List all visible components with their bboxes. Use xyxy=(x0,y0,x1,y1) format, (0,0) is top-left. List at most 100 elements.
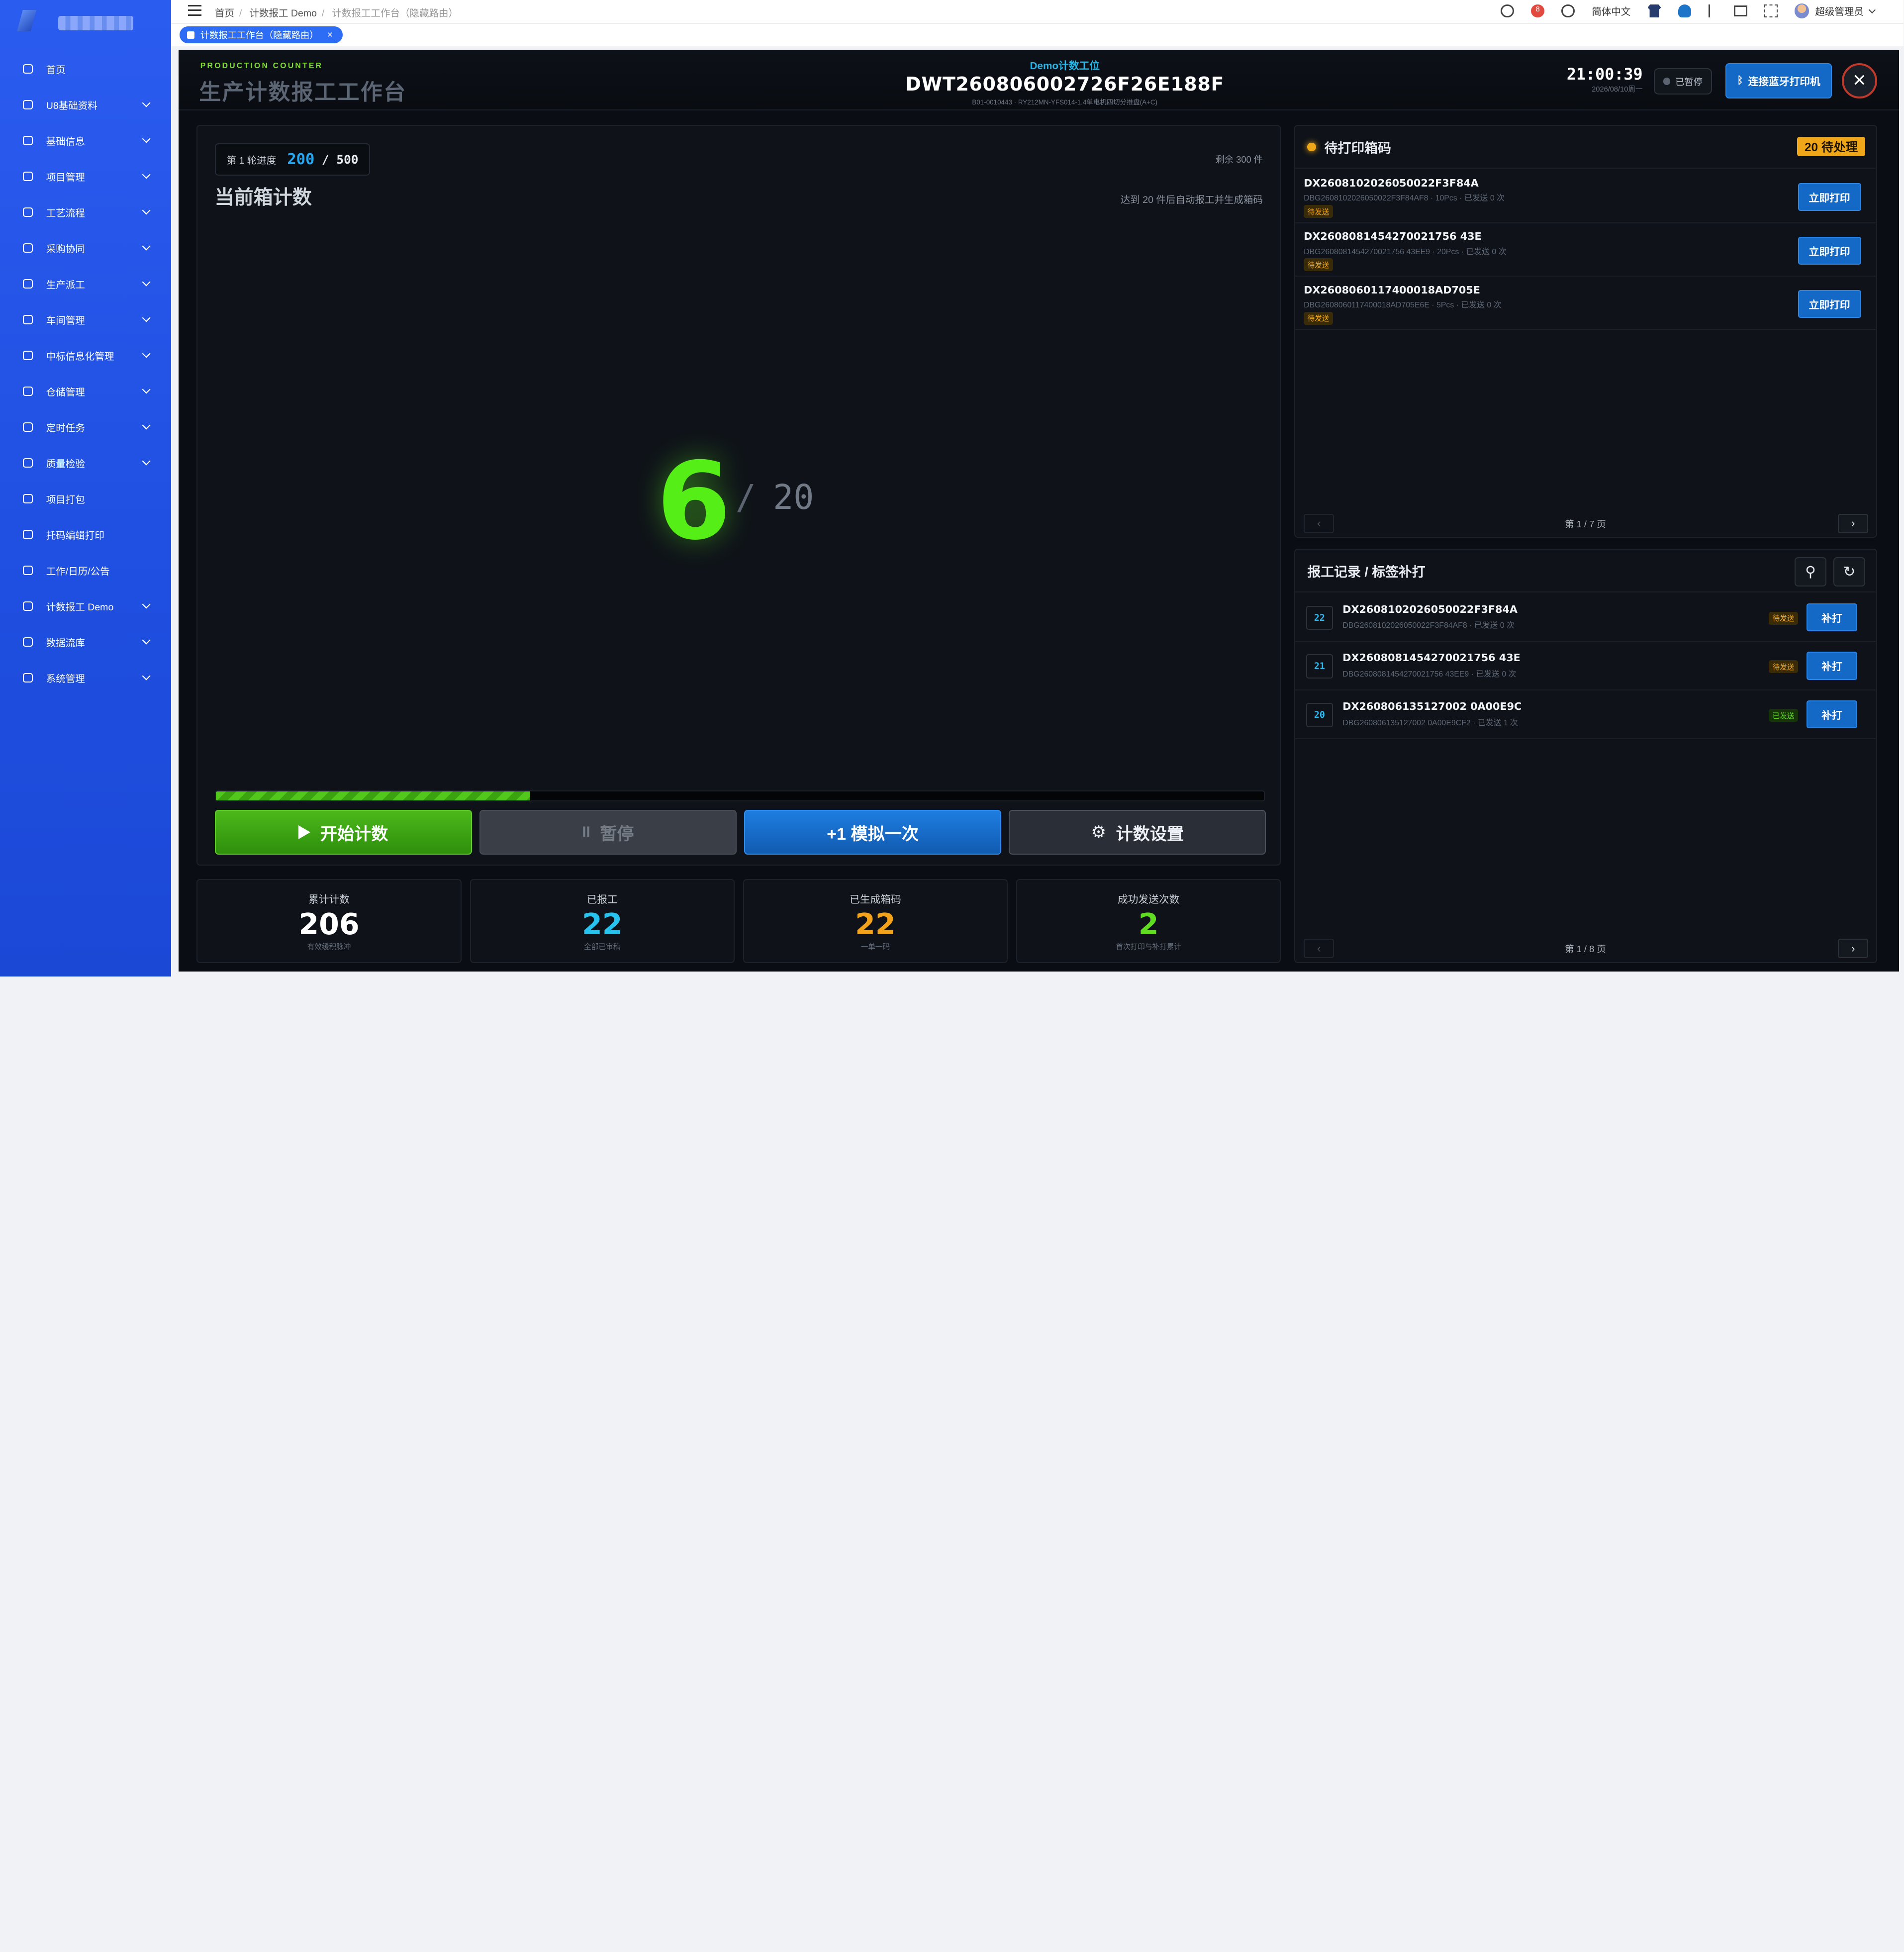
sidebar-item[interactable]: 系统管理 xyxy=(0,660,171,696)
record-code: DX2608102026050022F3F84A xyxy=(1342,603,1518,615)
print-now-button[interactable]: 立即打印 xyxy=(1798,290,1861,318)
clock-date: 2026/08/10周一 xyxy=(1592,85,1643,94)
top-navbar: 首页 / 计数报工 Demo / 计数报工工作台（隐藏路由） 8 简体中文 超级管理… xyxy=(171,0,1904,23)
breadcrumb: 首页 / 计数报工 Demo / 计数报工工作台（隐藏路由） xyxy=(215,7,459,19)
status-badge: 待发送 xyxy=(1769,660,1798,674)
sidebar-item[interactable]: 采购协同 xyxy=(0,230,171,266)
sidebar-item[interactable]: 基础信息 xyxy=(0,123,171,159)
record-item: 22 DX2608102026050022F3F84A DBG26081020260… xyxy=(1295,593,1876,642)
tab-counter-workbench[interactable]: 计数报工工作台（隐藏路由） × xyxy=(180,26,343,44)
app-logo[interactable] xyxy=(17,7,134,37)
fullscreen-icon[interactable] xyxy=(1764,4,1778,18)
chevron-down-icon xyxy=(142,278,151,287)
sidebar-item[interactable]: 车间管理 xyxy=(0,302,171,338)
notification-icon[interactable]: 8 xyxy=(1531,4,1545,18)
workspace-header: PRODUCTION COUNTER 生产计数报工工作台 Demo计数工位 DW… xyxy=(178,50,1899,111)
sidebar-item[interactable]: 工艺流程 xyxy=(0,195,171,230)
records-prev-page-button[interactable]: ‹ xyxy=(1304,939,1334,959)
bulb-icon[interactable] xyxy=(1678,4,1692,18)
sidebar-item[interactable]: 生产派工 xyxy=(0,266,171,302)
pause-status-label: 已暂停 xyxy=(1675,76,1703,87)
pause-label: 暂停 xyxy=(600,824,634,844)
stat-label: 已生成箱码 xyxy=(850,894,901,906)
stat-value: 22 xyxy=(581,907,623,941)
sidebar-item[interactable]: 仓储管理 xyxy=(0,374,171,409)
sidebar-item[interactable]: 中标信息化管理 xyxy=(0,338,171,374)
search-button[interactable]: ⚲ xyxy=(1795,557,1826,586)
stat-hint: 全部已审稿 xyxy=(584,943,621,952)
breadcrumb-module[interactable]: 计数报工 Demo xyxy=(249,8,317,19)
sidebar-item[interactable]: 工作/日历/公告 xyxy=(0,553,171,588)
reprint-button[interactable]: 补打 xyxy=(1806,700,1858,729)
reprint-button[interactable]: 补打 xyxy=(1806,603,1858,631)
bluetooth-icon[interactable] xyxy=(1708,4,1717,18)
chevron-down-icon xyxy=(142,242,151,251)
sidebar-item[interactable]: 计数报工 Demo xyxy=(0,588,171,624)
pause-icon: II xyxy=(582,823,590,840)
theme-icon[interactable] xyxy=(1647,4,1661,18)
sidebar-item[interactable]: 项目打包 xyxy=(0,481,171,517)
record-item: 21 DX2608081454270021756 43E DBG2608081454… xyxy=(1295,642,1876,691)
bookmark-icon xyxy=(22,134,34,146)
chevron-down-icon xyxy=(142,421,151,430)
count-settings-button[interactable]: ⚙ 计数设置 xyxy=(1009,809,1266,855)
close-tab-icon[interactable]: × xyxy=(327,29,333,41)
gear-icon xyxy=(22,672,34,683)
control-buttons: 开始计数 II 暂停 +1 模拟一次 ⚙ 计数设置 xyxy=(214,809,1266,855)
close-icon: ✕ xyxy=(1852,71,1867,91)
print-queue-panel: 待打印箱码 20 待处理 DX2608102026050022F3F84A DBG… xyxy=(1294,125,1877,538)
print-now-button[interactable]: 立即打印 xyxy=(1798,183,1861,211)
simulate-label: +1 模拟一次 xyxy=(827,824,919,844)
pause-button[interactable]: II 暂停 xyxy=(479,809,737,855)
stat-card: 成功发送次数 2 首次打印与补打累计 xyxy=(1016,879,1281,963)
tab-label: 计数报工工作台（隐藏路由） xyxy=(200,30,319,41)
record-number: 20 xyxy=(1306,702,1333,727)
queue-prev-page-button[interactable]: ‹ xyxy=(1304,513,1334,534)
menu-toggle-icon[interactable] xyxy=(188,4,202,17)
breadcrumb-home[interactable]: 首页 xyxy=(215,8,234,19)
sidebar-item[interactable]: 质量检验 xyxy=(0,445,171,481)
gear-icon: ⚙ xyxy=(1091,822,1106,842)
sidebar-item[interactable]: 定时任务 xyxy=(0,409,171,445)
list-icon xyxy=(22,170,34,182)
records-next-page-button[interactable]: › xyxy=(1838,939,1869,959)
print-now-button[interactable]: 立即打印 xyxy=(1798,236,1861,265)
sidebar-item-label: 基础信息 xyxy=(46,136,85,148)
chevron-down-icon xyxy=(142,206,151,215)
message-icon[interactable] xyxy=(1501,4,1515,18)
sidebar-item[interactable]: 托码编辑打印 xyxy=(0,517,171,553)
monitor-icon[interactable] xyxy=(1733,5,1747,16)
record-number: 21 xyxy=(1306,654,1333,679)
queue-item: DX2608060117400018AD705E DBG2608060117400… xyxy=(1295,277,1876,330)
order-info: Demo计数工位 DWT260806002726F26E188F B01-001… xyxy=(858,57,1271,106)
clipboard-icon xyxy=(22,492,34,504)
search-icon[interactable] xyxy=(1561,4,1575,18)
sidebar-item[interactable]: U8基础资料 xyxy=(0,87,171,123)
status-badge: 待发送 xyxy=(1304,205,1333,218)
box-detail: DBG2608102026050022F3F84AF8 · 10Pcs · 已发… xyxy=(1304,194,1505,203)
records-page-indicator: 第 1 / 8 页 xyxy=(1565,943,1606,954)
queue-next-page-button[interactable]: › xyxy=(1838,513,1869,534)
trophy-icon xyxy=(22,349,34,361)
records-title: 报工记录 / 标签补打 xyxy=(1307,564,1426,580)
sidebar-item[interactable]: 首页 xyxy=(0,51,171,87)
start-label: 开始计数 xyxy=(320,824,388,844)
records-pager: ‹ 第 1 / 8 页 › xyxy=(1295,935,1876,962)
close-workspace-button[interactable]: ✕ xyxy=(1841,63,1877,98)
sidebar-item[interactable]: 数据流库 xyxy=(0,624,171,660)
round-label: 第 1 轮进度 xyxy=(226,155,277,167)
reprint-button[interactable]: 补打 xyxy=(1806,652,1858,680)
connect-printer-button[interactable]: ᛒ 连接蓝牙打印机 xyxy=(1725,63,1832,98)
stat-label: 成功发送次数 xyxy=(1117,894,1180,906)
refresh-button[interactable]: ↻ xyxy=(1833,557,1865,586)
chevron-down-icon xyxy=(142,349,151,359)
status-dot-icon xyxy=(1307,142,1316,151)
counter-panel: 第 1 轮进度 200 / 500 剩余 300 件 当前箱计数 达到 20 件… xyxy=(196,125,1281,866)
stat-label: 已报工 xyxy=(586,894,618,906)
language-selector[interactable]: 简体中文 xyxy=(1592,3,1630,18)
sidebar-item-label: 质量检验 xyxy=(46,459,85,470)
simulate-once-button[interactable]: +1 模拟一次 xyxy=(744,809,1002,855)
sidebar-item[interactable]: 项目管理 xyxy=(0,159,171,195)
start-count-button[interactable]: 开始计数 xyxy=(214,809,473,855)
user-menu[interactable]: 超级管理员 xyxy=(1794,3,1876,18)
